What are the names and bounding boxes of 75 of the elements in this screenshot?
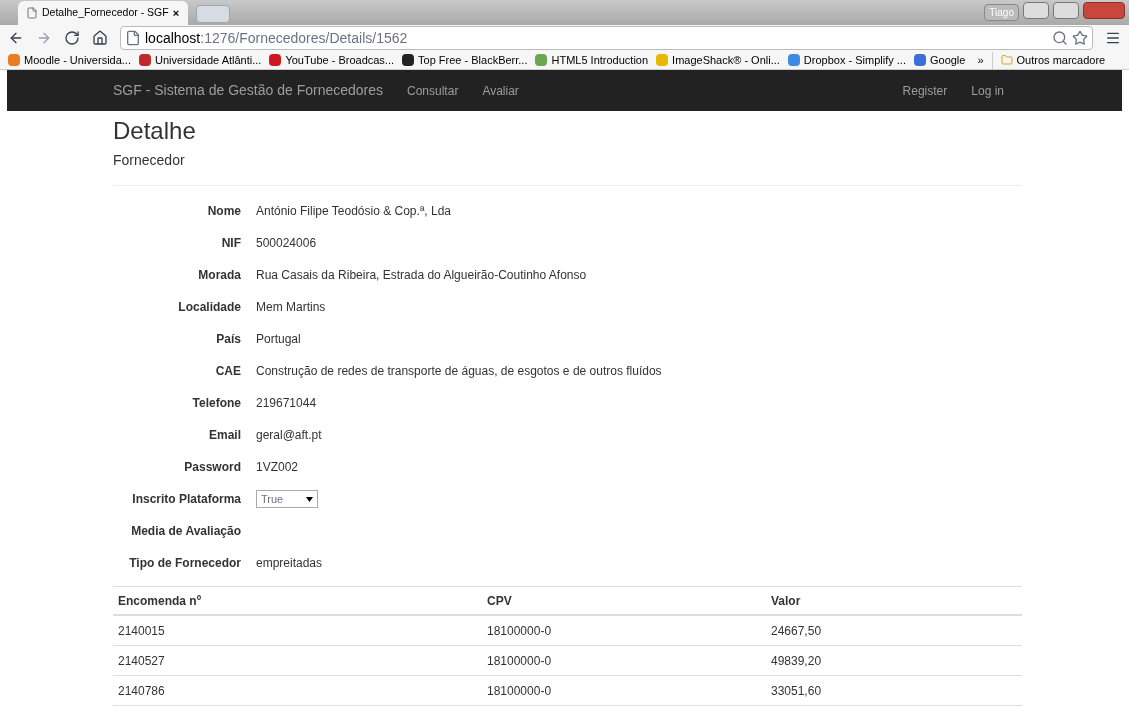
bookmark-label: Dropbox - Simplify ... xyxy=(803,53,906,68)
bookmark[interactable]: Universidade Atlânti... xyxy=(135,52,266,69)
field-value: 1VZ002 xyxy=(256,459,299,476)
field-label: Password xyxy=(183,459,241,476)
star-icon[interactable] xyxy=(1072,30,1088,47)
nav-link[interactable]: Register xyxy=(902,81,948,100)
field-label: Morada xyxy=(197,267,241,284)
field-label: Inscrito Plataforma xyxy=(131,491,241,508)
field-label: Media de Avaliação xyxy=(130,523,241,540)
reload-icon[interactable] xyxy=(64,30,80,47)
caret-icon xyxy=(306,496,313,502)
bookmark[interactable]: Moodle - Universida... xyxy=(4,52,135,69)
field-value: Mem Martins xyxy=(256,299,326,316)
table-cell-text: 18100000-0 xyxy=(486,622,553,640)
field-value: António Filipe Teodósio & Cop.ª, Lda xyxy=(256,203,451,220)
column-header: Encomenda nº xyxy=(117,592,203,610)
table-cell-text: 18100000-0 xyxy=(486,682,553,700)
nav-link[interactable]: Avaliar xyxy=(482,81,519,100)
table-cell-text: 2140527 xyxy=(117,652,166,670)
table-cell-text: 2140015 xyxy=(117,622,166,640)
bookmark[interactable]: Top Free - BlackBerr... xyxy=(398,52,532,69)
brand-link[interactable]: SGF - Sistema de Gestão de Fornecedores xyxy=(113,80,383,101)
field-label: Nome xyxy=(206,203,241,220)
field-label: Localidade xyxy=(177,299,241,316)
field-label: NIF xyxy=(220,235,241,252)
field-value: empreitadas xyxy=(256,555,323,572)
bookmark[interactable]: Google xyxy=(909,52,970,69)
field-value: 500024006 xyxy=(256,235,317,252)
bookmark[interactable]: HTML5 Introduction xyxy=(531,52,653,69)
table-cell-text: 2140786 xyxy=(117,682,166,700)
tab-title: Detalhe_Fornecedor - SGF xyxy=(42,5,169,21)
field-label: Email xyxy=(208,427,241,444)
bookmark-label: ImageShack® - Onli... xyxy=(672,53,780,68)
bookmark-label: Google xyxy=(929,53,966,68)
column-header: Valor xyxy=(770,592,802,610)
nav-link[interactable]: Log in xyxy=(971,81,1004,100)
table-cell-text: 49839,20 xyxy=(770,652,823,670)
home-icon[interactable] xyxy=(92,30,108,47)
field-label: País xyxy=(215,331,241,348)
bookmark-label: Top Free - BlackBerr... xyxy=(418,53,528,68)
folder-icon xyxy=(1000,54,1013,67)
page-icon xyxy=(125,30,141,47)
field-value: geral@aft.pt xyxy=(256,427,322,444)
url-text: localhost:1276/Fornecedores/Details/1562 xyxy=(145,28,408,48)
bookmark[interactable]: ImageShack® - Onli... xyxy=(652,52,784,69)
field-value: 219671044 xyxy=(256,395,317,412)
field-label: CAE xyxy=(214,363,241,380)
page-icon xyxy=(26,6,38,19)
field-label: Telefone xyxy=(191,395,241,412)
tab-close-button[interactable]: × xyxy=(172,4,180,22)
table-cell-text: 18100000-0 xyxy=(486,652,553,670)
bookmark[interactable]: YouTube - Broadcas... xyxy=(265,52,399,69)
bookmark-label: YouTube - Broadcas... xyxy=(285,53,395,68)
column-header: CPV xyxy=(486,592,513,610)
minimize-button[interactable] xyxy=(1023,2,1049,19)
field-value: Construção de redes de transporte de águas, de esgotos e de outros fluídos xyxy=(256,363,662,380)
address-bar[interactable]: localhost:1276/Fornecedores/Details/1562 xyxy=(120,26,1093,51)
field-value: Rua Casais da Ribeira, Estrada do Algueirão-Coutinho Afonso xyxy=(256,267,587,284)
table-cell-text: 24667,50 xyxy=(770,622,823,640)
browser-tab[interactable]: Detalhe_Fornecedor - SGF × xyxy=(18,0,188,25)
field-value: Portugal xyxy=(256,331,301,348)
page-title: Detalhe xyxy=(113,116,197,146)
other-bookmarks-label: Outros marcadore xyxy=(1016,53,1106,68)
page-subtitle: Fornecedor xyxy=(113,151,186,170)
other-bookmarks[interactable]: Outros marcadore xyxy=(991,52,1106,69)
bookmark-label: Universidade Atlânti... xyxy=(155,53,262,68)
table-cell-text: 33051,60 xyxy=(770,682,823,700)
more-bookmarks-button[interactable]: » xyxy=(969,52,992,69)
maximize-button[interactable] xyxy=(1053,2,1079,19)
bookmark-label: HTML5 Introduction xyxy=(551,53,649,68)
bookmark-label: Moodle - Universida... xyxy=(24,53,131,68)
zoom-icon[interactable] xyxy=(1052,30,1068,47)
nav-link[interactable]: Consultar xyxy=(407,81,459,100)
field-label: Tipo de Fornecedor xyxy=(128,555,241,572)
bookmark[interactable]: Dropbox - Simplify ... xyxy=(783,52,910,69)
